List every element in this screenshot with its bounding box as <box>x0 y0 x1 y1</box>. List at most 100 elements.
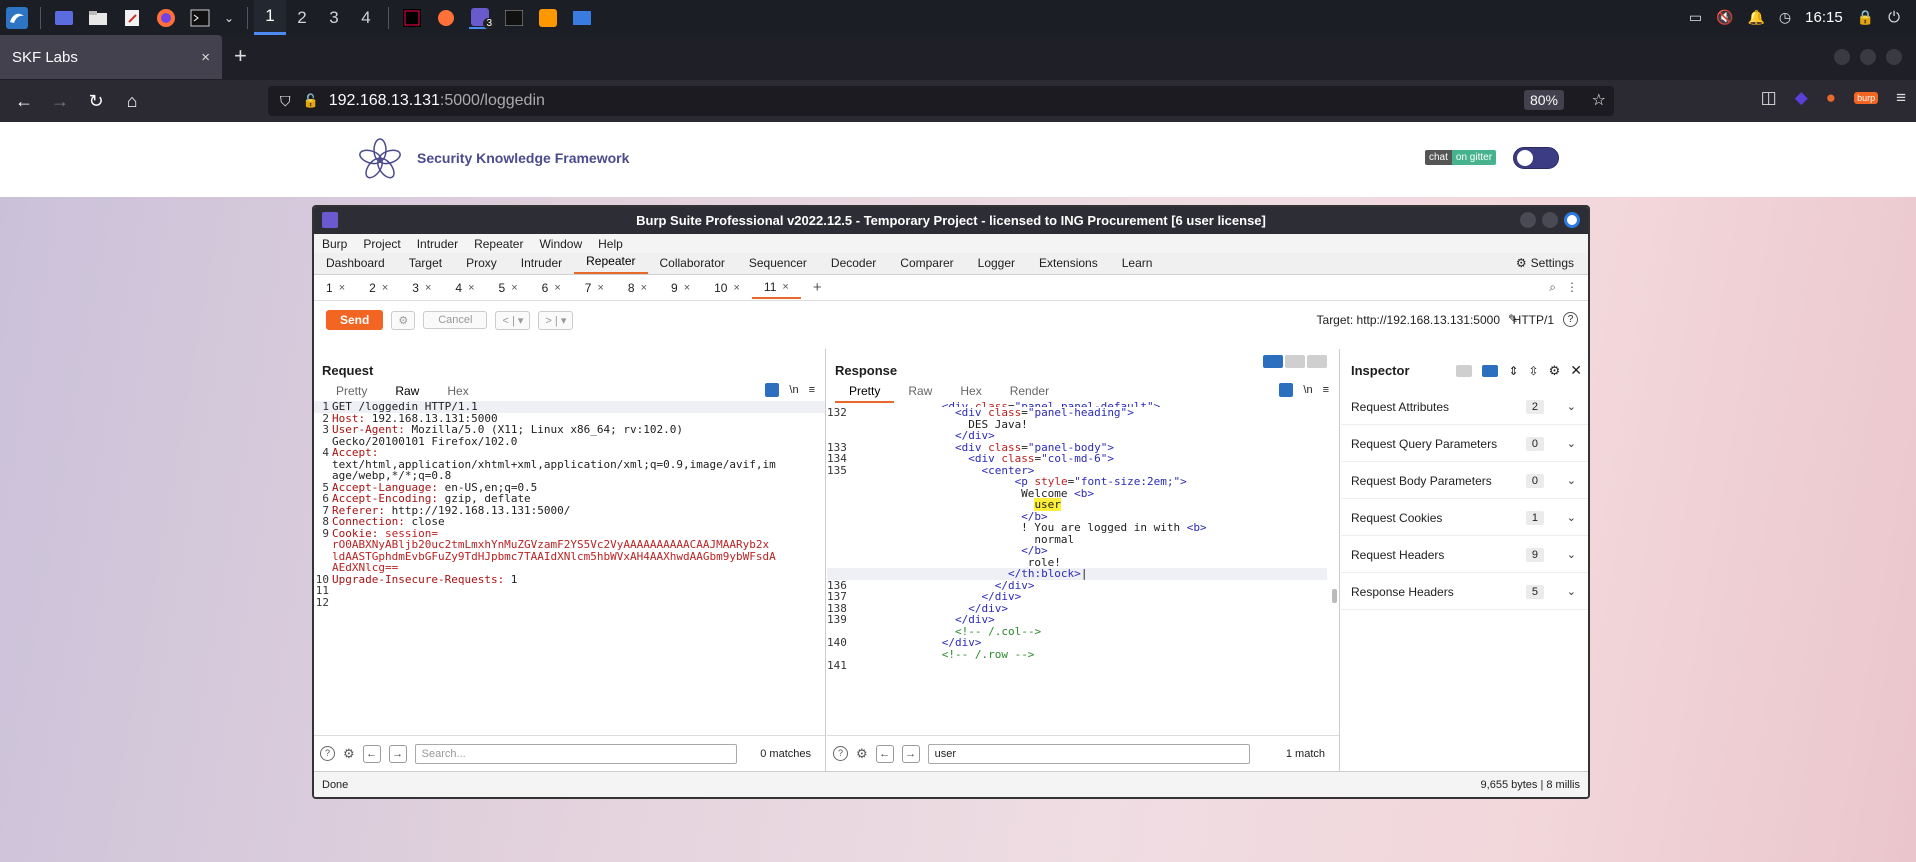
expand-all-icon[interactable]: ⇕ <box>1508 364 1518 378</box>
notification-bell-icon[interactable]: 🔔 <box>1747 9 1764 26</box>
search-next-icon[interactable]: → <box>388 744 407 763</box>
newline-toggle[interactable]: \n <box>789 384 798 396</box>
chevron-down-icon[interactable]: ⌄ <box>223 7 235 29</box>
previous-request-button[interactable]: < | ▾ <box>495 310 531 330</box>
burp-extension-icon[interactable]: burp <box>1854 92 1879 104</box>
jetbrains-icon[interactable] <box>401 7 423 29</box>
text-editor-icon[interactable] <box>121 7 143 29</box>
request-tab-pretty[interactable]: Pretty <box>322 382 381 403</box>
repeater-tab-6[interactable]: 6 × <box>530 277 573 299</box>
close-window-button[interactable] <box>1886 49 1902 65</box>
newline-toggle[interactable]: \n <box>1303 384 1312 396</box>
repeater-settings-icon[interactable]: ⚙ <box>391 310 416 330</box>
firefox-window-icon[interactable] <box>435 7 457 29</box>
workspace-4[interactable]: 4 <box>350 0 382 35</box>
skf-logo-icon[interactable] <box>356 136 404 187</box>
tab-intruder[interactable]: Intruder <box>509 256 574 274</box>
search-previous-icon[interactable]: ← <box>362 744 381 763</box>
menu-intruder[interactable]: Intruder <box>409 237 466 251</box>
firefox-icon[interactable] <box>155 7 177 29</box>
browser-tab[interactable]: SKF Labs × <box>0 35 222 79</box>
cookie-icon[interactable]: ● <box>1826 88 1836 108</box>
burp-maximize-button[interactable] <box>1542 212 1558 228</box>
response-search-input[interactable]: user <box>927 743 1250 764</box>
power-icon[interactable]: ⏻ <box>1888 9 1900 26</box>
tab-target[interactable]: Target <box>397 256 454 274</box>
settings-button[interactable]: ⚙ Settings <box>1516 256 1574 270</box>
request-editor[interactable]: 1 GET /loggedin HTTP/1.1 2 Host: 192.168.1… <box>314 401 825 735</box>
close-icon[interactable]: × <box>425 282 431 294</box>
gitter-badge[interactable]: chat on gitter <box>1425 150 1497 165</box>
add-tab-button[interactable]: + <box>801 277 834 299</box>
clock[interactable]: 16:15 <box>1805 9 1843 26</box>
new-tab-button[interactable]: + <box>234 43 247 69</box>
kebab-menu-icon[interactable]: ⋮ <box>1566 280 1578 295</box>
menu-help[interactable]: Help <box>590 237 631 251</box>
menu-icon[interactable]: ≡ <box>1896 88 1906 108</box>
close-icon[interactable]: × <box>684 282 690 294</box>
help-icon[interactable]: ? <box>1563 312 1578 327</box>
repeater-tab-1[interactable]: 1 × <box>314 277 357 299</box>
gear-icon[interactable]: ⚙ <box>856 746 868 762</box>
display-icon[interactable]: ▭ <box>1689 9 1702 26</box>
inspector-row-body-parameters[interactable]: Request Body Parameters 0 ⌄ <box>1341 463 1588 499</box>
repeater-tab-8[interactable]: 8 × <box>616 277 659 299</box>
repeater-tab-2[interactable]: 2 × <box>357 277 400 299</box>
url-bar[interactable]: ⛉ 🔓 192.168.13.131:5000/loggedin 80% ☆ <box>268 86 1614 116</box>
menu-repeater[interactable]: Repeater <box>466 237 531 251</box>
inspector-list-view-icon[interactable] <box>1456 364 1473 377</box>
files-icon[interactable] <box>87 7 109 29</box>
tab-dashboard[interactable]: Dashboard <box>314 256 397 274</box>
gear-icon[interactable]: ⚙ <box>343 746 355 762</box>
search-icon[interactable]: ⌕ <box>1549 280 1556 295</box>
burp-close-button[interactable] <box>1564 212 1580 228</box>
request-search-input[interactable]: Search... <box>414 743 737 764</box>
gear-icon[interactable]: ⚙ <box>1549 363 1561 379</box>
pocket-icon[interactable]: ◫ <box>1761 88 1777 108</box>
repeater-tab-3[interactable]: 3 × <box>400 277 443 299</box>
response-scrollbar[interactable] <box>1332 589 1337 603</box>
repeater-tab-7[interactable]: 7 × <box>573 277 616 299</box>
inspector-row-response-headers[interactable]: Response Headers 5 ⌄ <box>1341 574 1588 610</box>
desktop-icon[interactable] <box>53 7 75 29</box>
inspector-panel-view-icon[interactable] <box>1482 364 1499 377</box>
volume-muted-icon[interactable]: 🔇 <box>1716 9 1733 26</box>
next-request-button[interactable]: > | ▾ <box>538 310 574 330</box>
hamburger-menu-icon[interactable]: ≡ <box>809 384 815 396</box>
hamburger-menu-icon[interactable]: ≡ <box>1323 384 1329 396</box>
search-previous-icon[interactable]: ← <box>875 744 894 763</box>
folder-window-icon[interactable] <box>571 7 593 29</box>
repeater-tab-11[interactable]: 11 × <box>751 277 801 299</box>
cancel-button[interactable]: Cancel <box>423 311 488 329</box>
tab-collaborator[interactable]: Collaborator <box>648 256 737 274</box>
lock-icon[interactable]: 🔒 <box>1857 9 1874 26</box>
kali-menu-icon[interactable] <box>6 6 28 29</box>
reload-icon[interactable]: ↻ <box>78 91 114 112</box>
insecure-lock-icon[interactable]: 🔓 <box>303 93 319 109</box>
layout-tabs-icon[interactable] <box>1307 355 1327 368</box>
tab-proxy[interactable]: Proxy <box>454 256 509 274</box>
collapse-all-icon[interactable]: ⇳ <box>1529 364 1539 378</box>
sublime-icon[interactable] <box>537 7 559 29</box>
repeater-tab-5[interactable]: 5 × <box>487 277 530 299</box>
close-icon[interactable]: × <box>554 282 560 294</box>
help-icon[interactable]: ? <box>833 746 848 761</box>
tab-learn[interactable]: Learn <box>1110 256 1165 274</box>
extension-icon[interactable]: ◆ <box>1795 88 1808 108</box>
search-next-icon[interactable]: → <box>901 744 920 763</box>
repeater-tab-10[interactable]: 10 × <box>702 277 752 299</box>
menu-burp[interactable]: Burp <box>314 237 355 251</box>
maximize-button[interactable] <box>1860 49 1876 65</box>
home-icon[interactable]: ⌂ <box>114 91 150 112</box>
response-tab-pretty[interactable]: Pretty <box>835 382 895 403</box>
layout-side-by-side-icon[interactable] <box>1263 355 1283 368</box>
response-editor[interactable]: <div class="panel panel-default"> 132 <d… <box>827 401 1339 735</box>
burp-minimize-button[interactable] <box>1520 212 1536 228</box>
close-icon[interactable]: × <box>733 282 739 294</box>
tab-repeater[interactable]: Repeater <box>574 254 648 274</box>
zoom-level[interactable]: 80% <box>1523 90 1564 110</box>
request-tab-hex[interactable]: Hex <box>433 382 482 403</box>
terminal-icon[interactable] <box>189 7 211 29</box>
forward-icon[interactable]: → <box>42 91 78 112</box>
close-icon[interactable]: × <box>468 282 474 294</box>
